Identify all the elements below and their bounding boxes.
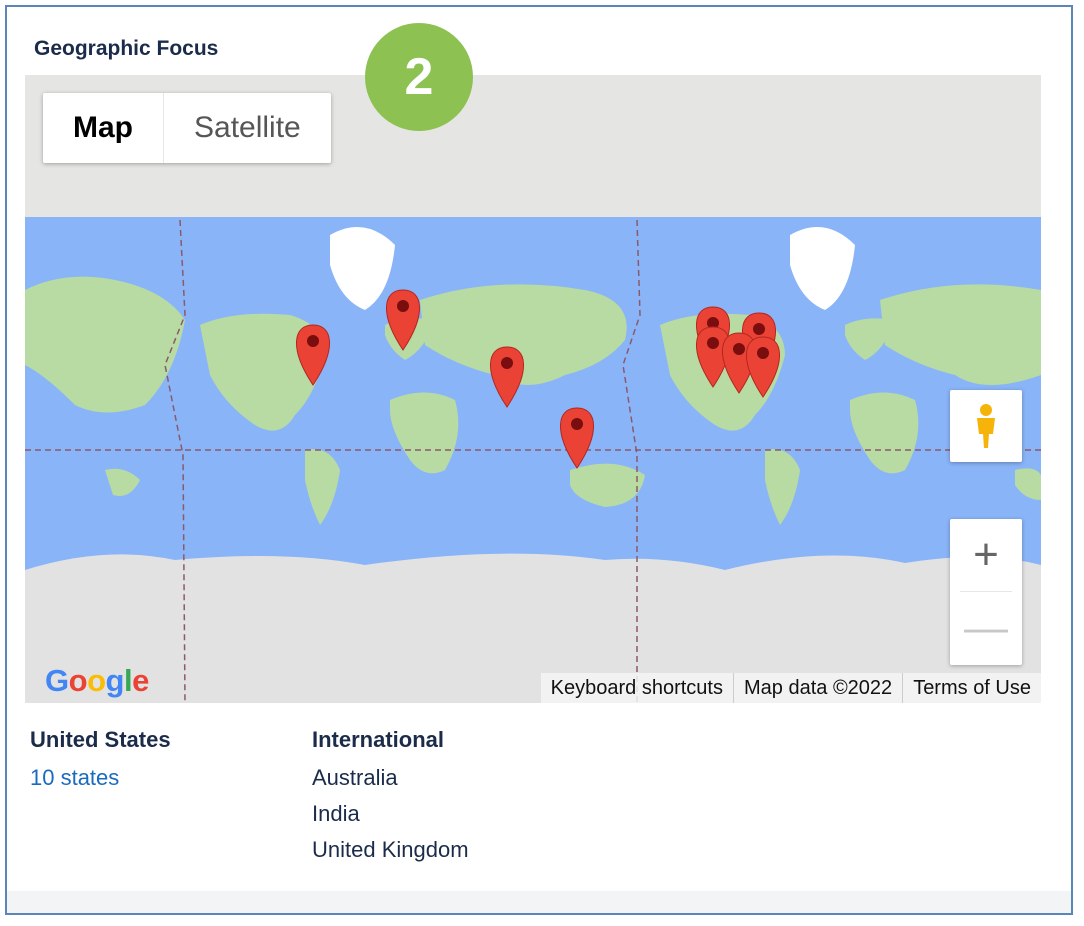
us-states-link[interactable]: 10 states [30, 765, 171, 791]
international-summary: International Australia India United Kin… [312, 727, 469, 873]
card-footer-strip [7, 891, 1071, 913]
international-item: Australia [312, 765, 398, 790]
keyboard-shortcuts-link[interactable]: Keyboard shortcuts [541, 673, 733, 703]
international-item: India [312, 801, 360, 826]
zoom-out-button[interactable]: — [950, 592, 1022, 664]
map-type-map-button[interactable]: Map [43, 93, 164, 163]
section-title: Geographic Focus [34, 37, 219, 60]
map-attribution: Keyboard shortcuts Map data ©2022 Terms … [540, 673, 1041, 703]
google-logo: Google [45, 663, 149, 698]
zoom-control: + — [950, 519, 1022, 665]
map-data-label: Map data ©2022 [733, 673, 902, 703]
international-item: United Kingdom [312, 837, 469, 862]
terms-of-use-link[interactable]: Terms of Use [902, 673, 1041, 703]
world-map[interactable]: Map Satellite + — Google Keyboard shortc… [25, 75, 1041, 703]
step-badge: 2 [365, 23, 473, 131]
us-summary: United States 10 states [30, 727, 171, 791]
pegman-icon [977, 404, 995, 448]
map-canvas[interactable] [25, 75, 1041, 703]
international-heading: International [312, 727, 445, 752]
us-heading: United States [30, 727, 171, 752]
zoom-in-button[interactable]: + [950, 519, 1022, 591]
street-view-pegman[interactable] [950, 390, 1022, 462]
map-type-toggle: Map Satellite [43, 93, 331, 163]
map-type-satellite-button[interactable]: Satellite [164, 93, 331, 163]
